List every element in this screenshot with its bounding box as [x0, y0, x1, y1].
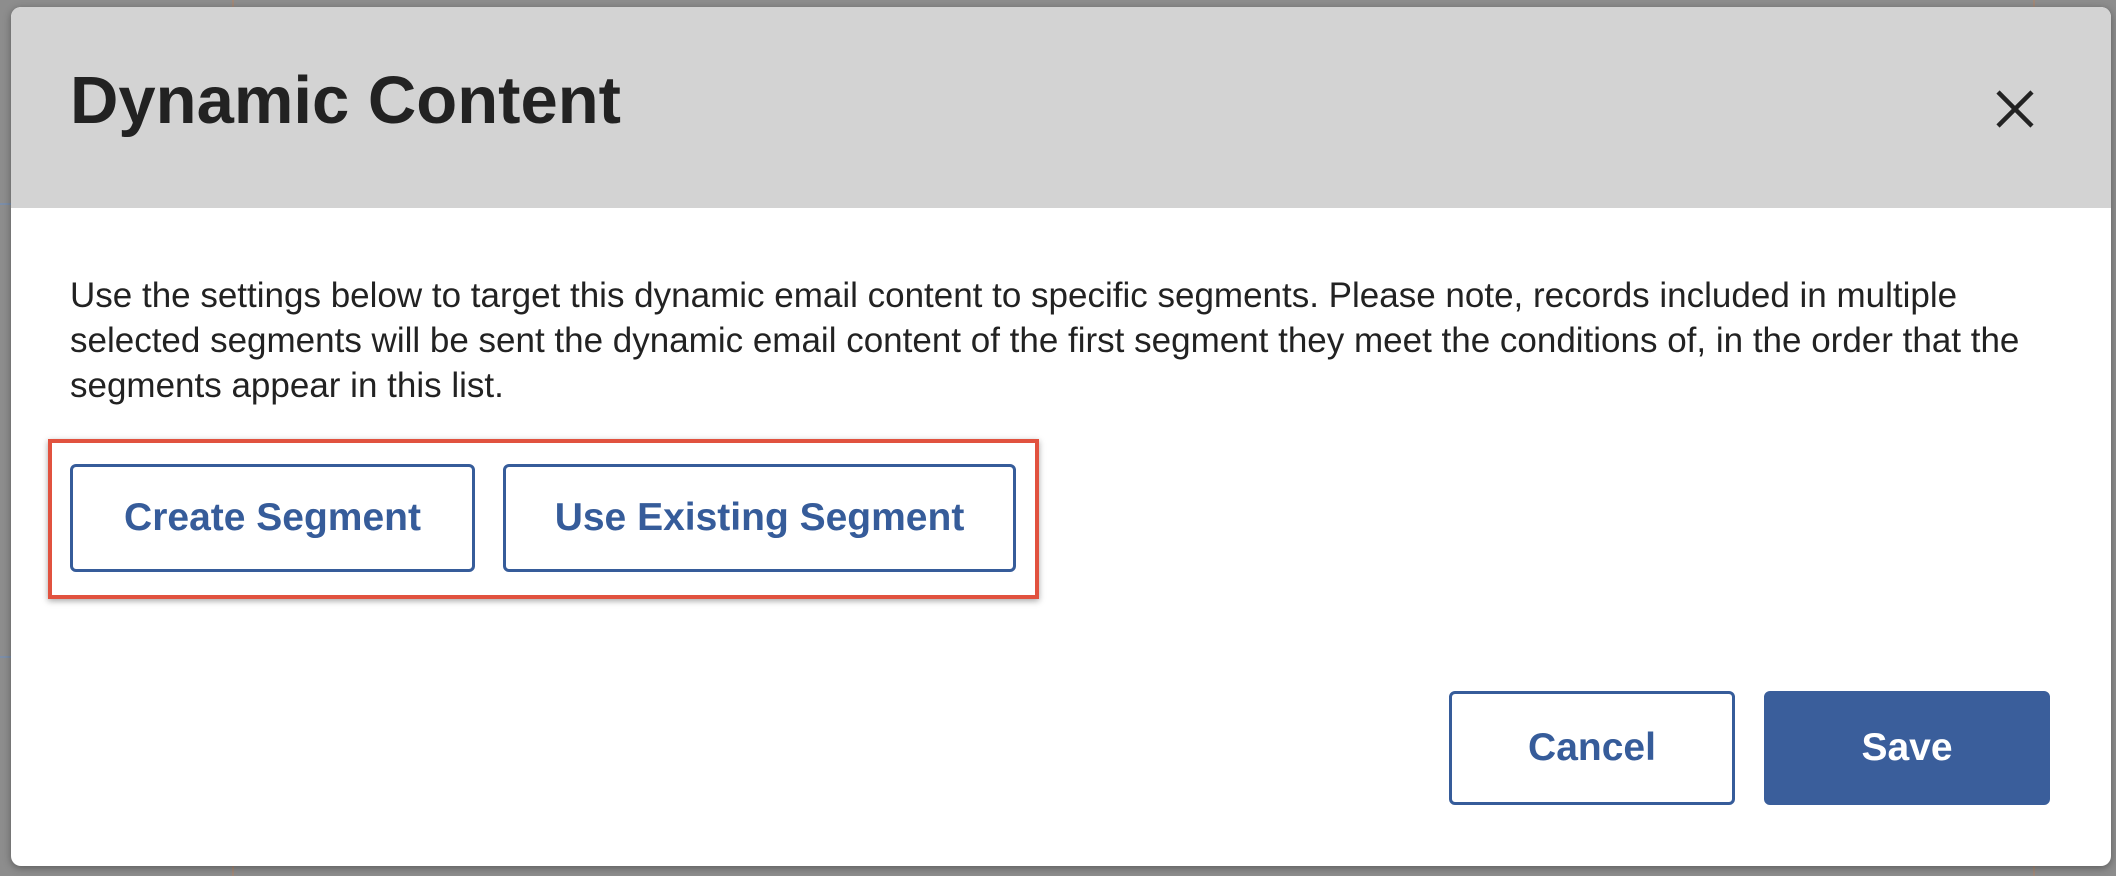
cancel-button[interactable]: Cancel: [1449, 691, 1735, 805]
close-button[interactable]: [1993, 87, 2037, 131]
close-icon: [1996, 90, 2034, 128]
dynamic-content-dialog: Dynamic Content Use the settings below t…: [11, 7, 2111, 866]
create-segment-button[interactable]: Create Segment: [70, 464, 475, 572]
use-existing-segment-button[interactable]: Use Existing Segment: [503, 464, 1016, 572]
dialog-title: Dynamic Content: [70, 63, 621, 138]
dialog-header: Dynamic Content: [11, 7, 2111, 208]
dialog-description: Use the settings below to target this dy…: [70, 276, 2020, 405]
save-button[interactable]: Save: [1764, 691, 2050, 805]
